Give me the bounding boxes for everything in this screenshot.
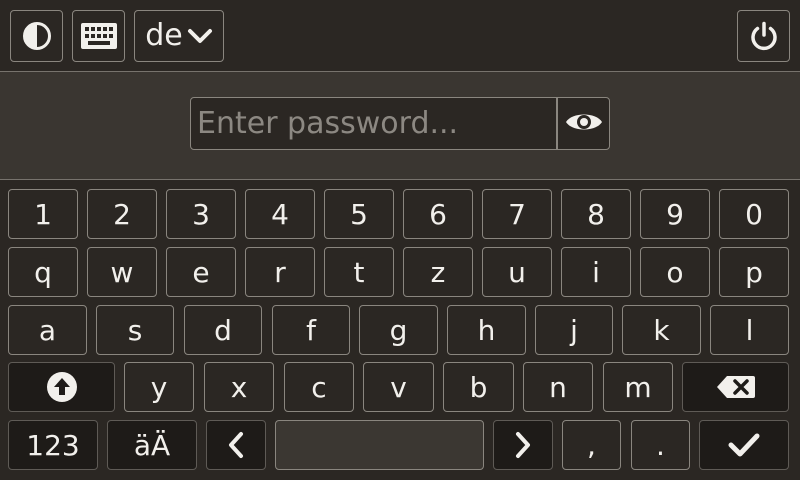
key-2[interactable]: 2 [87, 189, 157, 239]
key-x[interactable]: x [204, 362, 274, 412]
power-icon [748, 20, 780, 52]
keyboard-row-top-letters: q w e r t z u i o p [0, 247, 800, 297]
key-c[interactable]: c [284, 362, 354, 412]
reveal-password-button[interactable] [557, 97, 610, 150]
cursor-right-key[interactable] [493, 420, 553, 470]
key-3[interactable]: 3 [166, 189, 236, 239]
space-key[interactable] [275, 420, 484, 470]
keyboard-row-bottom: 123 äÄ , . [0, 420, 800, 470]
password-area [0, 72, 800, 180]
shift-arrow-up-icon [46, 371, 78, 403]
keyboard-icon [80, 23, 117, 49]
chevron-left-icon [226, 431, 246, 459]
key-p[interactable]: p [719, 247, 789, 297]
chevron-down-icon [187, 27, 213, 45]
key-y[interactable]: y [124, 362, 194, 412]
key-f[interactable]: f [272, 305, 350, 355]
key-8[interactable]: 8 [561, 189, 631, 239]
keyboard-toggle-button[interactable] [72, 10, 125, 62]
high-contrast-button[interactable] [10, 10, 63, 62]
backspace-icon [716, 375, 756, 399]
key-1[interactable]: 1 [8, 189, 78, 239]
key-r[interactable]: r [245, 247, 315, 297]
keyboard-row-home-letters: a s d f g h j k l [0, 305, 800, 355]
unlock-screen: de 1 2 3 4 5 6 7 8 9 0 q w e r t z u i o… [0, 0, 800, 480]
key-s[interactable]: s [96, 305, 174, 355]
keyboard-row-bottom-letters: y x c v b n m [0, 362, 800, 412]
key-6[interactable]: 6 [403, 189, 473, 239]
numbers-layout-key[interactable]: 123 [8, 420, 98, 470]
key-i[interactable]: i [561, 247, 631, 297]
key-d[interactable]: d [184, 305, 262, 355]
key-k[interactable]: k [622, 305, 701, 355]
key-v[interactable]: v [363, 362, 434, 412]
key-5[interactable]: 5 [324, 189, 394, 239]
key-j[interactable]: j [535, 305, 613, 355]
language-select[interactable]: de [134, 10, 224, 62]
backspace-key[interactable] [682, 362, 789, 412]
key-4[interactable]: 4 [245, 189, 315, 239]
keyboard-row-digits: 1 2 3 4 5 6 7 8 9 0 [0, 189, 800, 239]
key-o[interactable]: o [640, 247, 710, 297]
power-button[interactable] [737, 10, 790, 62]
key-9[interactable]: 9 [640, 189, 710, 239]
key-0[interactable]: 0 [719, 189, 789, 239]
key-t[interactable]: t [324, 247, 394, 297]
key-b[interactable]: b [443, 362, 514, 412]
key-h[interactable]: h [447, 305, 526, 355]
checkmark-icon [727, 432, 761, 458]
top-bar: de [0, 0, 800, 72]
enter-key[interactable] [699, 420, 789, 470]
key-z[interactable]: z [403, 247, 473, 297]
shift-key[interactable] [8, 362, 115, 412]
key-w[interactable]: w [87, 247, 157, 297]
key-e[interactable]: e [166, 247, 236, 297]
key-period[interactable]: . [631, 420, 690, 470]
contrast-icon [21, 20, 53, 52]
key-g[interactable]: g [359, 305, 438, 355]
key-u[interactable]: u [482, 247, 552, 297]
key-q[interactable]: q [8, 247, 78, 297]
key-7[interactable]: 7 [482, 189, 552, 239]
key-a[interactable]: a [8, 305, 87, 355]
cursor-left-key[interactable] [206, 420, 266, 470]
eye-icon [565, 110, 603, 138]
key-n[interactable]: n [523, 362, 593, 412]
chevron-right-icon [513, 431, 533, 459]
on-screen-keyboard: 1 2 3 4 5 6 7 8 9 0 q w e r t z u i o p … [0, 180, 800, 480]
password-input[interactable] [190, 97, 557, 150]
key-m[interactable]: m [603, 362, 673, 412]
key-comma[interactable]: , [562, 420, 621, 470]
language-label: de [145, 18, 183, 53]
key-l[interactable]: l [710, 305, 789, 355]
umlaut-layout-key[interactable]: äÄ [107, 420, 197, 470]
